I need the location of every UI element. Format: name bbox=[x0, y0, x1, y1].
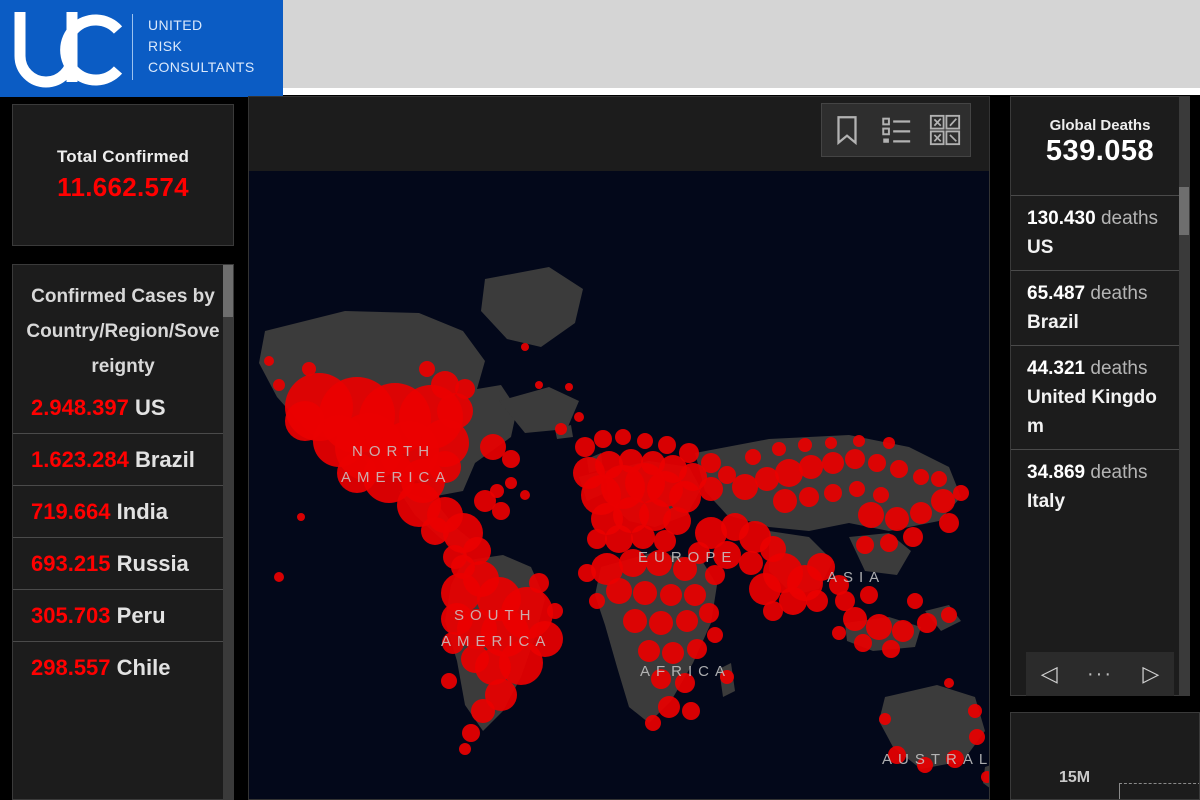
next-page-icon[interactable]: ▷ bbox=[1142, 663, 1159, 685]
prev-page-icon[interactable]: ◁ bbox=[1041, 663, 1058, 685]
total-confirmed-panel: Total Confirmed 11.662.574 bbox=[12, 104, 234, 246]
uc-monogram-icon bbox=[14, 12, 123, 88]
death-country: United Kingdom bbox=[1027, 387, 1157, 437]
death-unit-label: deaths bbox=[1085, 283, 1148, 304]
chart-axis-tick bbox=[1119, 783, 1120, 799]
confirmed-cases-list[interactable]: 2.948.397 US 1.623.284 Brazil 719.664 Indi… bbox=[13, 388, 233, 693]
continent-label-south-america: AMERICA bbox=[441, 633, 552, 650]
death-count: 130.430 bbox=[1027, 208, 1096, 229]
death-count: 34.869 bbox=[1027, 462, 1086, 483]
continent-label-south: SOUTH bbox=[454, 607, 537, 624]
confirmed-case-country: Russia bbox=[110, 551, 189, 576]
death-country: US bbox=[1027, 237, 1054, 258]
continent-label-north: NORTH bbox=[352, 443, 436, 460]
death-unit-label: deaths bbox=[1085, 358, 1148, 379]
confirmed-case-country: US bbox=[128, 395, 166, 420]
confirmed-case-row[interactable]: 298.557 Chile bbox=[13, 641, 233, 693]
confirmed-case-row[interactable]: 693.215 Russia bbox=[13, 537, 233, 589]
confirmed-case-value: 1.623.284 bbox=[31, 447, 129, 472]
chart-gridline bbox=[1119, 783, 1199, 784]
global-deaths-header: Global Deaths 539.058 bbox=[1011, 97, 1189, 168]
confirmed-case-row[interactable]: 719.664 India bbox=[13, 485, 233, 537]
confirmed-case-country: India bbox=[110, 499, 168, 524]
death-row[interactable]: 65.487 deaths Brazil bbox=[1011, 270, 1189, 345]
global-deaths-panel[interactable]: Global Deaths 539.058 130.430 deaths US 65… bbox=[1010, 96, 1190, 696]
confirmed-cases-panel[interactable]: Confirmed Cases by Country/Region/Sovere… bbox=[12, 264, 234, 800]
global-deaths-scrollbar[interactable] bbox=[1179, 97, 1189, 695]
confirmed-case-country: Peru bbox=[110, 603, 166, 628]
header-divider bbox=[277, 88, 1200, 95]
brand-line-2: RISK bbox=[148, 38, 183, 54]
confirmed-case-country: Chile bbox=[110, 655, 171, 680]
death-unit-label: deaths bbox=[1095, 208, 1159, 229]
chart-y-tick-label: 15M bbox=[1059, 769, 1091, 786]
scrollbar-thumb[interactable] bbox=[223, 265, 233, 317]
death-count: 44.321 bbox=[1027, 358, 1086, 379]
death-country: Italy bbox=[1027, 491, 1066, 512]
header-bar bbox=[277, 0, 1200, 88]
confirmed-cases-title: Confirmed Cases by Country/Region/Sovere… bbox=[26, 286, 220, 377]
total-confirmed-label: Total Confirmed bbox=[56, 147, 190, 166]
confirmed-case-country: Brazil bbox=[128, 447, 195, 472]
death-country: Brazil bbox=[1027, 312, 1079, 333]
confirmed-cases-scrollbar[interactable] bbox=[223, 265, 233, 799]
logo-divider bbox=[132, 14, 133, 80]
continent-label-north-america: AMERICA bbox=[341, 469, 452, 486]
confirmed-case-value: 693.215 bbox=[31, 551, 111, 576]
confirmed-case-row[interactable]: 305.703 Peru bbox=[13, 589, 233, 641]
trend-chart-panel[interactable]: 15M bbox=[1010, 712, 1200, 800]
world-map-panel[interactable]: NORTH AMERICA SOUTH AMERICA EUROPE AFRIC… bbox=[248, 96, 990, 800]
continent-label-australia: AUSTRALI bbox=[882, 751, 989, 768]
deaths-pagination[interactable]: ◁ ··· ▷ bbox=[1026, 652, 1174, 696]
confirmed-case-value: 298.557 bbox=[31, 655, 111, 680]
confirmed-case-value: 2.948.397 bbox=[31, 395, 129, 420]
confirmed-case-row[interactable]: 1.623.284 Brazil bbox=[13, 433, 233, 485]
death-row[interactable]: 44.321 deaths United Kingdom bbox=[1011, 345, 1189, 449]
death-row[interactable]: 34.869 deaths Italy bbox=[1011, 449, 1189, 524]
brand-line-3: CONSULTANTS bbox=[148, 59, 255, 75]
death-unit-label: deaths bbox=[1085, 462, 1148, 483]
brand-name: UNITED RISK CONSULTANTS bbox=[148, 15, 255, 78]
confirmed-case-value: 719.664 bbox=[31, 499, 111, 524]
bookmark-icon[interactable] bbox=[830, 113, 864, 147]
total-confirmed-value: 11.662.574 bbox=[57, 172, 189, 202]
covid-dashboard: UNITED RISK CONSULTANTS Total Confirmed … bbox=[0, 0, 1200, 800]
fullscreen-icon[interactable] bbox=[928, 113, 962, 147]
page-ellipsis[interactable]: ··· bbox=[1087, 663, 1113, 686]
death-row[interactable]: 130.430 deaths US bbox=[1011, 195, 1189, 270]
scrollbar-thumb[interactable] bbox=[1179, 187, 1189, 235]
confirmed-case-value: 305.703 bbox=[31, 603, 111, 628]
global-deaths-label: Global Deaths bbox=[1049, 117, 1151, 134]
brand-logo[interactable]: UNITED RISK CONSULTANTS bbox=[0, 0, 283, 97]
continent-label-europe: EUROPE bbox=[638, 549, 738, 566]
continent-label-asia: ASIA bbox=[827, 569, 886, 586]
map-toolbar[interactable] bbox=[821, 103, 971, 157]
continent-label-africa: AFRICA bbox=[640, 663, 732, 680]
death-count: 65.487 bbox=[1027, 283, 1086, 304]
deaths-by-country-list[interactable]: 130.430 deaths US 65.487 deaths Brazil 44.32… bbox=[1011, 195, 1189, 524]
confirmed-case-row[interactable]: 2.948.397 US bbox=[13, 388, 233, 433]
map-canvas[interactable]: NORTH AMERICA SOUTH AMERICA EUROPE AFRIC… bbox=[249, 171, 989, 799]
brand-line-1: UNITED bbox=[148, 17, 203, 33]
global-deaths-value: 539.058 bbox=[1045, 135, 1155, 167]
legend-list-icon[interactable] bbox=[879, 113, 913, 147]
